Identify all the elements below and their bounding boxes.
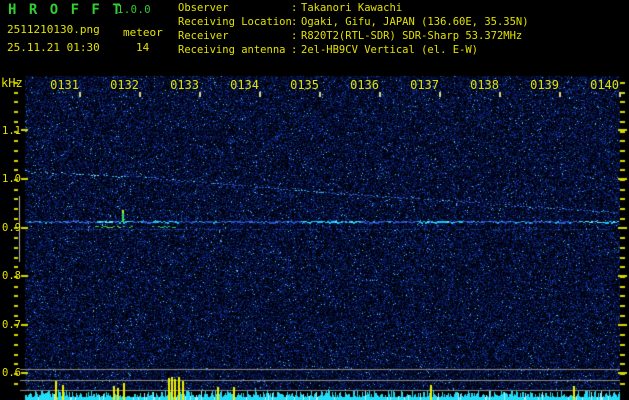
info-colon: :: [291, 44, 298, 56]
time-label-0139: 0139: [530, 78, 559, 92]
info-row: Receiver: R820T2(RTL-SDR) SDR-Sharp 53.37…: [178, 30, 529, 44]
freq-label-0.9: 0.9: [2, 221, 21, 234]
freq-label-0.6: 0.6: [2, 367, 21, 379]
info-label: Receiving Location: [178, 16, 292, 28]
info-row: Receiving antenna:2el-HB9CV Vertical (el…: [178, 44, 529, 58]
observer-info-block: Observer: Takanori Kawachi Receiving Locat…: [178, 2, 529, 58]
capture-datetime: 25.11.21 01:30: [7, 41, 100, 54]
time-label-0131: 0131: [50, 78, 79, 92]
freq-label-1.1: 1.1: [2, 124, 21, 137]
time-label-0137: 0137: [410, 78, 439, 92]
info-colon: :: [291, 2, 298, 14]
info-value: R820T2(RTL-SDR) SDR-Sharp 53.372MHz: [301, 30, 523, 42]
time-label-0140: 0140: [590, 78, 619, 92]
meteor-label: meteor: [123, 26, 163, 39]
info-colon: :: [291, 16, 298, 28]
capture-filename: 2511210130.png: [7, 23, 100, 36]
app-title: H R O F F T: [8, 2, 123, 18]
info-label: Observer: [178, 2, 229, 14]
time-label-0133: 0133: [170, 78, 199, 92]
info-label: Receiving antenna: [178, 44, 286, 56]
hrofft-screen: H R O F F T 1.0.0 2511210130.png meteor …: [0, 0, 629, 400]
time-label-0135: 0135: [290, 78, 319, 92]
info-row: Receiving Location: Ogaki, Gifu, JAPAN (1…: [178, 16, 529, 30]
info-row: Observer: Takanori Kawachi: [178, 2, 529, 16]
app-version: 1.0.0: [117, 4, 152, 16]
time-label-0136: 0136: [350, 78, 379, 92]
freq-label-0.7: 0.7: [2, 318, 21, 331]
info-label: Receiver: [178, 30, 229, 42]
info-value: Ogaki, Gifu, JAPAN (136.60E, 35.35N): [301, 16, 529, 28]
freq-label-1.0: 1.0: [2, 173, 21, 185]
time-label-0132: 0132: [110, 78, 139, 92]
time-label-0134: 0134: [230, 78, 259, 92]
info-value: Takanori Kawachi: [301, 2, 403, 14]
spectrogram-canvas: [0, 0, 629, 400]
info-colon: :: [291, 30, 298, 42]
meteor-count: 14: [136, 41, 150, 54]
freq-axis-unit-label: kHz: [1, 76, 23, 90]
info-value: 2el-HB9CV Vertical (el. E-W): [301, 44, 479, 56]
time-label-0138: 0138: [470, 78, 499, 92]
freq-label-0.8: 0.8: [2, 270, 21, 282]
